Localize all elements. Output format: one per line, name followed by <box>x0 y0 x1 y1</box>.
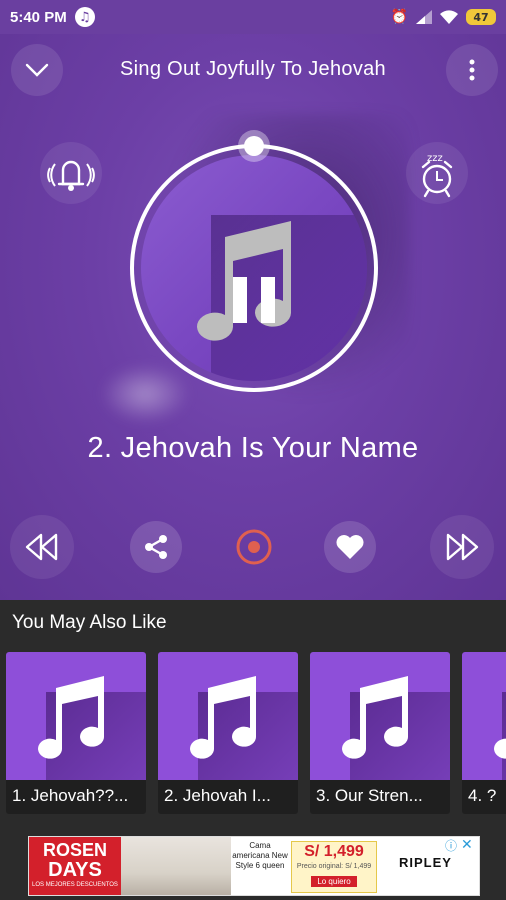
card-title: 4. ? <box>468 786 497 805</box>
ringtone-button[interactable] <box>40 142 102 204</box>
next-button[interactable] <box>430 515 494 579</box>
rewind-icon <box>25 533 58 561</box>
song-title: 2. Jehovah Is Your Name <box>87 432 419 464</box>
ad-brand-line3: LOS MEJORES DESCUENTOS <box>32 882 118 888</box>
collapse-button[interactable] <box>11 44 63 96</box>
share-button[interactable] <box>130 521 182 573</box>
heart-icon <box>336 535 364 559</box>
music-note-icon <box>38 676 105 759</box>
music-note-icon <box>342 676 409 759</box>
recommendation-card[interactable]: 2. Jehovah I... <box>158 652 298 814</box>
seek-handle[interactable] <box>238 130 270 162</box>
status-time: 5:40 PM <box>10 8 67 26</box>
ad-banner[interactable]: ROSEN DAYS LOS MEJORES DESCUENTOS Cama a… <box>28 836 480 896</box>
ad-info-icon[interactable]: ⓘ <box>445 837 461 853</box>
recommendation-card[interactable]: 1. Jehovah??... <box>6 652 146 814</box>
status-icons: ⏰ 47 <box>391 9 496 25</box>
music-notification-icon: ♫ <box>74 7 95 27</box>
music-note-icon <box>197 221 291 341</box>
ad-retailer-logo: RIPLEY <box>399 855 452 870</box>
player-panel: Sing Out Joyfully To Jehovah zzz 2. Jeho… <box>0 34 506 600</box>
playback-controls <box>0 515 506 579</box>
ad-product-image <box>121 837 231 895</box>
pause-bar-right <box>261 277 275 323</box>
more-vertical-icon <box>469 59 475 81</box>
card-title: 2. Jehovah I... <box>164 786 271 805</box>
alarm-icon: ⏰ <box>390 9 408 25</box>
record-icon <box>236 529 272 565</box>
sleep-alarm-icon: zzz <box>421 153 453 198</box>
status-bar: 5:40 PM ♫ ⏰ 47 <box>0 0 506 34</box>
album-art-disc <box>141 155 367 381</box>
music-note-icon <box>494 738 506 759</box>
battery-indicator: 47 <box>466 9 496 25</box>
card-artwork <box>462 652 506 780</box>
recommendation-card[interactable]: 3. Our Stren... <box>310 652 450 814</box>
music-note-icon <box>190 676 257 759</box>
wifi-icon <box>440 10 458 24</box>
album-title: Sing Out Joyfully To Jehovah <box>120 58 386 80</box>
ad-cta-button[interactable]: Lo quiero <box>311 876 357 887</box>
recommendation-card[interactable]: 4. ? <box>462 652 506 814</box>
ad-price-box: S/ 1,499 Precio original: S/ 1,499 Lo qu… <box>291 841 377 893</box>
favorite-button[interactable] <box>324 521 376 573</box>
card-artwork <box>310 652 450 780</box>
pause-bar-left <box>233 277 247 323</box>
card-title: 3. Our Stren... <box>316 786 423 805</box>
ad-close-icon[interactable]: ✕ <box>461 837 477 853</box>
section-title: You May Also Like <box>12 612 167 633</box>
card-artwork <box>6 652 146 780</box>
bell-ringing-icon <box>47 160 95 191</box>
ad-brand-line2: DAYS <box>48 859 102 881</box>
more-options-button[interactable] <box>446 44 498 96</box>
previous-button[interactable] <box>10 515 74 579</box>
share-icon <box>145 535 167 559</box>
ad-brand-block: ROSEN DAYS LOS MEJORES DESCUENTOS <box>29 837 121 895</box>
card-artwork <box>158 652 298 780</box>
recommendations-section: You May Also Like 1. Jehovah??... 2. Jeh… <box>0 600 506 830</box>
ad-price: S/ 1,499 <box>304 843 364 860</box>
card-title: 1. Jehovah??... <box>12 786 129 805</box>
fast-forward-icon <box>446 533 479 561</box>
ad-promo-text: Cama americana New Style 6 queen <box>232 841 288 870</box>
ad-brand-line1: ROSEN <box>42 840 107 860</box>
ad-price-note: Precio original: S/ 1,499 <box>296 863 372 870</box>
player-header: Sing Out Joyfully To Jehovah <box>0 44 506 96</box>
signal-icon <box>416 10 432 24</box>
chevron-down-icon <box>25 63 49 77</box>
record-button[interactable] <box>228 521 280 573</box>
recommendation-list[interactable]: 1. Jehovah??... 2. Jehovah I... 3. Our S… <box>6 652 506 814</box>
sleep-timer-button[interactable]: zzz <box>406 142 468 204</box>
